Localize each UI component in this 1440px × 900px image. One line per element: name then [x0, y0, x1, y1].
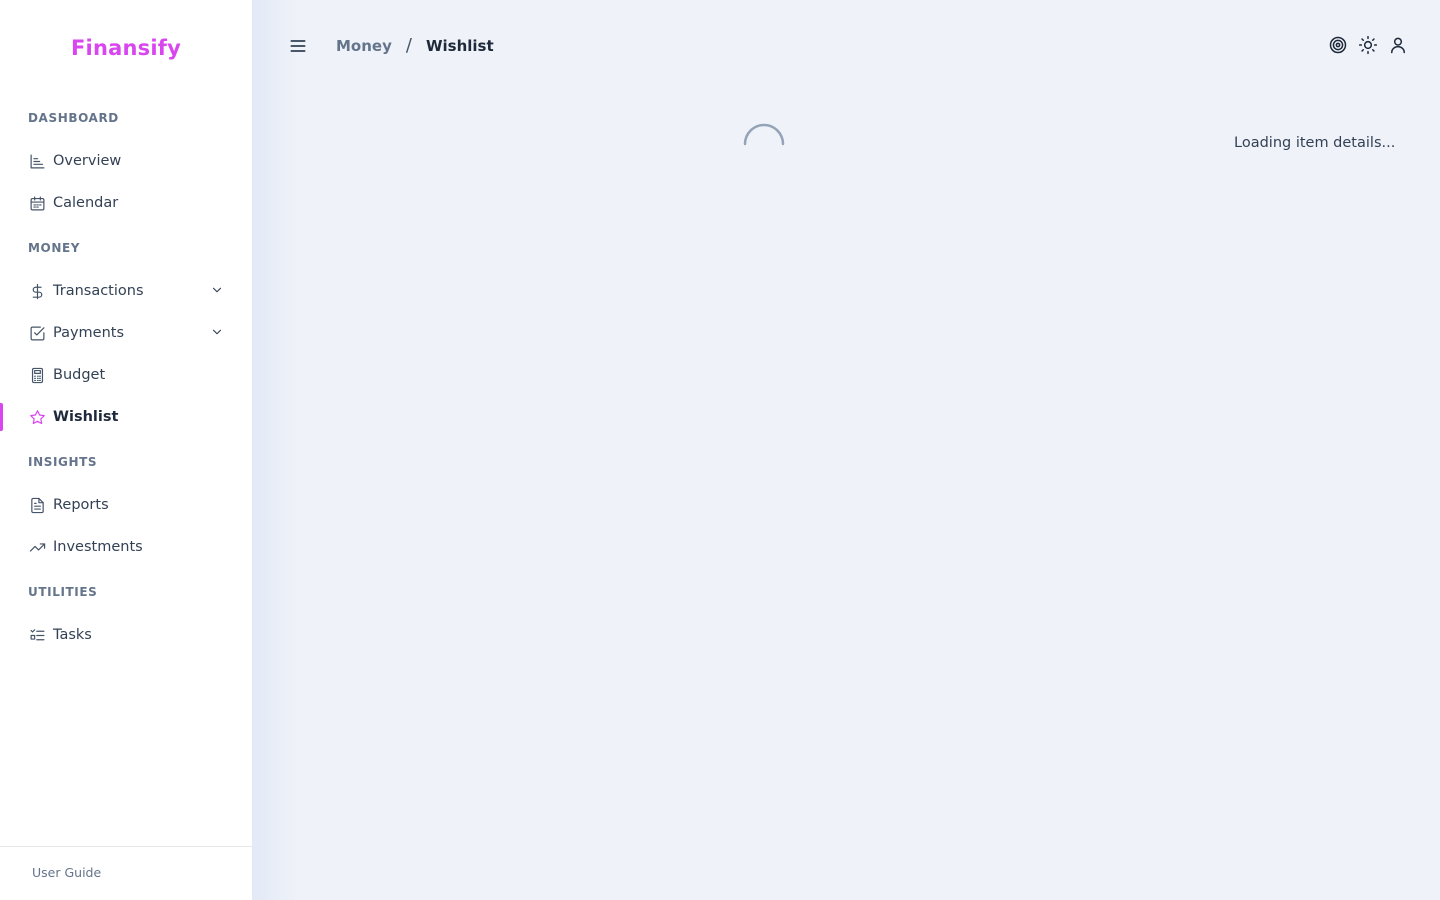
- checkbox-icon: [28, 324, 46, 342]
- sidebar-shadow: [252, 0, 302, 900]
- user-guide-link[interactable]: User Guide: [32, 865, 101, 880]
- loading-message: Loading item details...: [1234, 135, 1396, 151]
- sidebar-item-investments[interactable]: Investments: [0, 530, 252, 564]
- sidebar-item-label: Budget: [53, 367, 106, 383]
- section-label-dashboard: DASHBOARD: [28, 111, 119, 125]
- chart-icon: [28, 152, 46, 170]
- loading-spinner: [741, 121, 787, 167]
- star-icon: [28, 408, 46, 426]
- chevron-down-icon[interactable]: [210, 325, 224, 339]
- hamburger-menu-icon[interactable]: [288, 36, 308, 56]
- section-label-money: MONEY: [28, 241, 81, 255]
- sidebar-item-calendar[interactable]: Calendar: [0, 186, 252, 220]
- breadcrumb: Money / Wishlist: [336, 35, 494, 56]
- sun-icon[interactable]: [1358, 35, 1378, 55]
- user-icon[interactable]: [1388, 35, 1408, 55]
- sidebar-item-label: Tasks: [53, 627, 92, 643]
- calculator-icon: [28, 366, 46, 384]
- sidebar-item-transactions[interactable]: Transactions: [0, 274, 252, 308]
- breadcrumb-parent[interactable]: Money: [336, 37, 392, 55]
- sidebar-item-reports[interactable]: Reports: [0, 488, 252, 522]
- sidebar-item-budget[interactable]: Budget: [0, 358, 252, 392]
- breadcrumb-separator: /: [405, 35, 412, 56]
- sidebar-item-payments[interactable]: Payments: [0, 316, 252, 350]
- sidebar-item-label: Payments: [53, 325, 125, 341]
- top-bar: Money / Wishlist: [252, 0, 1440, 90]
- brand-logo[interactable]: Finansify: [0, 36, 252, 60]
- active-indicator: [0, 403, 3, 431]
- sidebar: Finansify DASHBOARD Overview Calendar MO…: [0, 0, 252, 900]
- sidebar-item-label: Transactions: [53, 283, 144, 299]
- sidebar-item-tasks[interactable]: Tasks: [0, 618, 252, 652]
- dollar-icon: [28, 282, 46, 300]
- header-actions: [1318, 35, 1408, 55]
- chevron-down-icon[interactable]: [210, 283, 224, 297]
- sidebar-item-label: Wishlist: [53, 409, 119, 425]
- breadcrumb-current: Wishlist: [425, 36, 494, 55]
- trend-up-icon: [28, 538, 46, 556]
- task-list-icon: [28, 626, 46, 644]
- sidebar-item-label: Calendar: [53, 195, 119, 211]
- sidebar-footer: User Guide: [0, 846, 252, 900]
- section-label-utilities: UTILITIES: [28, 585, 98, 599]
- app-root: Finansify DASHBOARD Overview Calendar MO…: [0, 0, 1440, 900]
- sidebar-item-wishlist[interactable]: Wishlist: [0, 400, 252, 434]
- sidebar-item-overview[interactable]: Overview: [0, 144, 252, 178]
- sidebar-item-label: Reports: [53, 497, 109, 513]
- target-icon[interactable]: [1328, 35, 1348, 55]
- calendar-icon: [28, 194, 46, 212]
- sidebar-item-label: Overview: [53, 153, 122, 169]
- document-icon: [28, 496, 46, 514]
- sidebar-item-label: Investments: [53, 539, 143, 555]
- section-label-insights: INSIGHTS: [28, 455, 98, 469]
